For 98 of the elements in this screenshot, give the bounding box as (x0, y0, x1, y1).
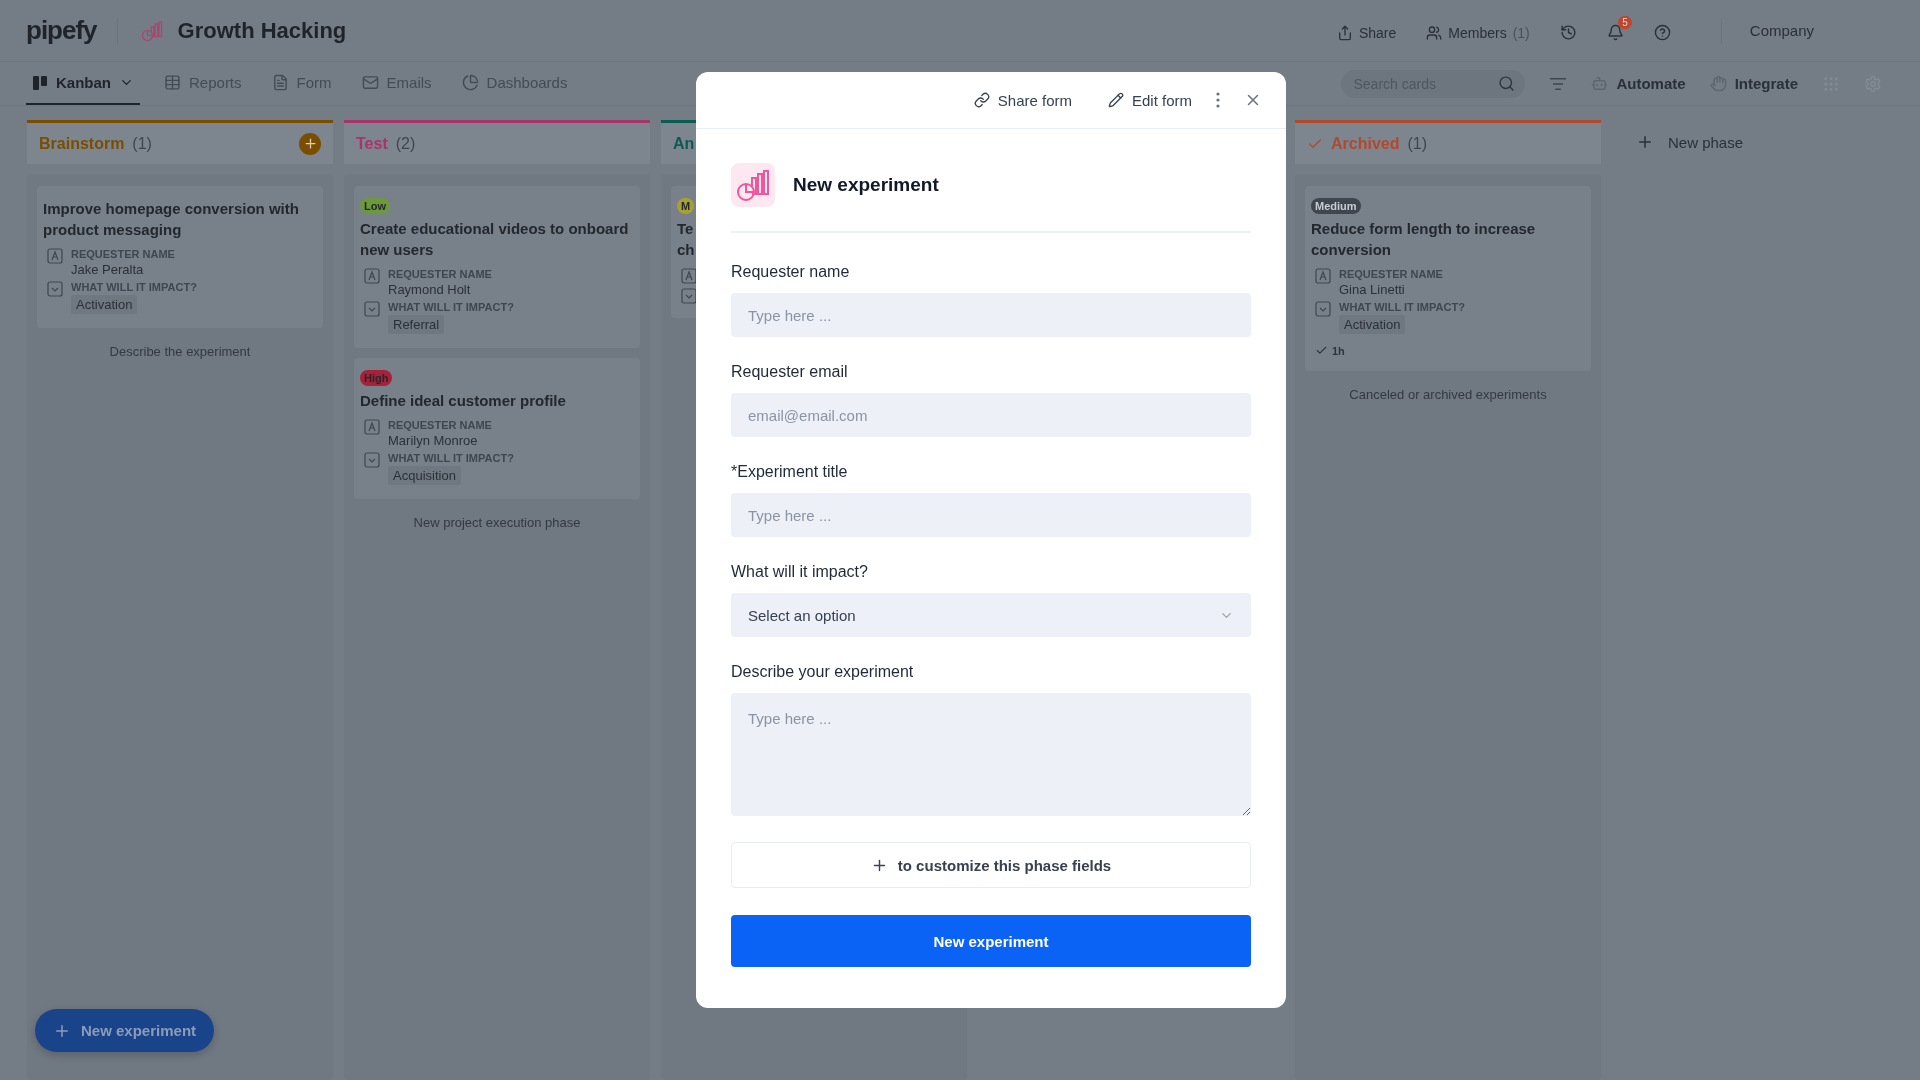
plus-icon (1636, 133, 1654, 151)
priority-tag: Medium (1311, 198, 1361, 214)
textarea-field[interactable]: Type here ... (731, 693, 1251, 816)
table-icon (164, 74, 181, 91)
text-field-icon (681, 268, 697, 284)
field-label: WHAT WILL IT IMPACT? (388, 452, 514, 464)
field-label: Requester name (731, 263, 851, 281)
pie-chart-icon (461, 74, 479, 91)
card[interactable]: High Define ideal customer profile REQUESTER NAME Marilyn Monroe WHAT WILL IT IMPACT? Acquisition (354, 358, 640, 499)
phase-title: Archived (1331, 134, 1400, 153)
bell-icon (1606, 24, 1624, 41)
dropdown-field-icon (364, 452, 380, 468)
dialog-title: New experiment (793, 174, 939, 196)
hand-icon (1709, 75, 1727, 92)
more-icon (1216, 92, 1220, 108)
field-label: REQUESTER NAME (71, 248, 175, 260)
mail-icon (361, 74, 379, 91)
edit-form-button[interactable]: Edit form (1108, 91, 1192, 109)
dropdown-field-icon (1315, 301, 1331, 317)
input-field[interactable]: email@email.com (731, 393, 1251, 437)
dropdown-field-icon (364, 301, 380, 317)
phase-title: An (673, 134, 695, 153)
submit-button[interactable]: New experiment (731, 915, 1251, 967)
add-card-button[interactable] (299, 132, 321, 155)
share-icon (1336, 24, 1353, 41)
new-phase-button[interactable]: New phase (1636, 120, 1744, 164)
field-label: REQUESTER NAME (388, 268, 492, 280)
automate-button[interactable]: Automate (1591, 62, 1686, 105)
dropdown-field-icon (681, 288, 697, 304)
field-label: Describe your experiment (731, 663, 915, 681)
view-tab[interactable]: Kanban (26, 62, 140, 105)
link-icon (973, 92, 990, 108)
phase-count: (1) (132, 134, 152, 153)
field-value: Raymond Holt (388, 282, 471, 297)
text-field-icon (364, 268, 380, 284)
field-label: WHAT WILL IT IMPACT? (71, 281, 197, 293)
field-label: What will it impact? (731, 563, 869, 581)
kanban-icon (32, 74, 48, 91)
text-field-icon (47, 248, 63, 264)
robot-icon (1591, 75, 1609, 92)
option-tag: Referral (388, 315, 445, 334)
card-title: Define ideal customer profile (360, 391, 567, 411)
text-field-icon (1315, 268, 1331, 284)
priority-tag: High (360, 370, 393, 386)
form-icon (271, 74, 289, 91)
help-icon (1653, 24, 1671, 41)
new-card-button[interactable]: New experiment (35, 1009, 215, 1052)
pencil-icon (1108, 92, 1124, 108)
priority-tag: M (677, 198, 695, 214)
field-label: WHAT WILL IT IMPACT? (1339, 301, 1465, 313)
field-label: REQUESTER NAME (1339, 268, 1443, 280)
card-title: Te ch (677, 219, 696, 260)
option-tag: Activation (1339, 315, 1406, 334)
priority-tag: Low (360, 198, 390, 214)
more-button[interactable] (1216, 92, 1220, 108)
field-value: Gina Linetti (1339, 282, 1405, 297)
chart-logo-icon (731, 163, 775, 207)
notification-count: 5 (1618, 16, 1632, 29)
field-value: Marilyn Monroe (388, 433, 478, 448)
phase-description: Describe the experiment (109, 344, 251, 359)
share-button[interactable]: Share (1336, 16, 1405, 45)
option-tag: Acquisition (388, 466, 461, 485)
field-label: REQUESTER NAME (388, 419, 492, 431)
people-icon (1426, 24, 1443, 41)
integrate-button[interactable]: Integrate (1709, 62, 1798, 105)
company-menu[interactable]: Company (1749, 22, 1814, 39)
field-label: *Experiment title (731, 463, 849, 481)
plus-icon (302, 136, 318, 151)
phase-title: Test (356, 134, 388, 153)
customize-fields-button[interactable]: to customize this phase fields (731, 842, 1251, 888)
phase-count: (1) (1407, 134, 1428, 153)
text-field-icon (364, 419, 380, 435)
option-tag: Activation (71, 295, 138, 314)
time-label: 1h (1311, 344, 1583, 357)
input-field[interactable]: Type here ... (731, 493, 1251, 537)
phase-description: New project execution phase (413, 515, 581, 530)
card[interactable]: Improve homepage conversion with product messaging REQUESTER NAME Jake Peralta WHAT WILL IT IMPACT? Activation (37, 186, 323, 328)
share-form-button[interactable]: Share form (973, 91, 1072, 109)
phase-count: (2) (395, 134, 416, 153)
history-icon (1559, 24, 1577, 41)
input-field[interactable]: Type here ... (731, 293, 1251, 337)
phase-title: Brainstorm (39, 134, 125, 153)
dropdown-field-icon (47, 281, 63, 297)
notifications-button[interactable]: 5 (1606, 16, 1632, 45)
search-icon (1498, 75, 1516, 92)
field-value: Jake Peralta (71, 262, 144, 277)
card-title: Create educational videos to onboard new users (360, 219, 630, 260)
check-icon (1315, 344, 1328, 357)
card[interactable]: Low Create educational videos to onboard new users REQUESTER NAME Raymond Holt WHAT WILL IT IMPACT? Referral (354, 186, 640, 348)
pipe-title: Growth Hacking (177, 17, 347, 44)
field-label: WHAT WILL IT IMPACT? (388, 301, 514, 313)
pipefy-logo[interactable]: pipefy (26, 15, 97, 46)
card-title: Reduce form length to increase conversion (1311, 219, 1537, 260)
select-field[interactable]: Select an option (731, 593, 1251, 637)
card-title: Improve homepage conversion with product messaging (43, 199, 300, 240)
card[interactable]: Medium Reduce form length to increase conversion REQUESTER NAME Gina Linetti WHAT WILL IT IMPACT? Activation 1h (1305, 186, 1591, 371)
field-label: Requester email (731, 363, 849, 381)
phase-description: Canceled or archived experiments (1349, 387, 1547, 402)
